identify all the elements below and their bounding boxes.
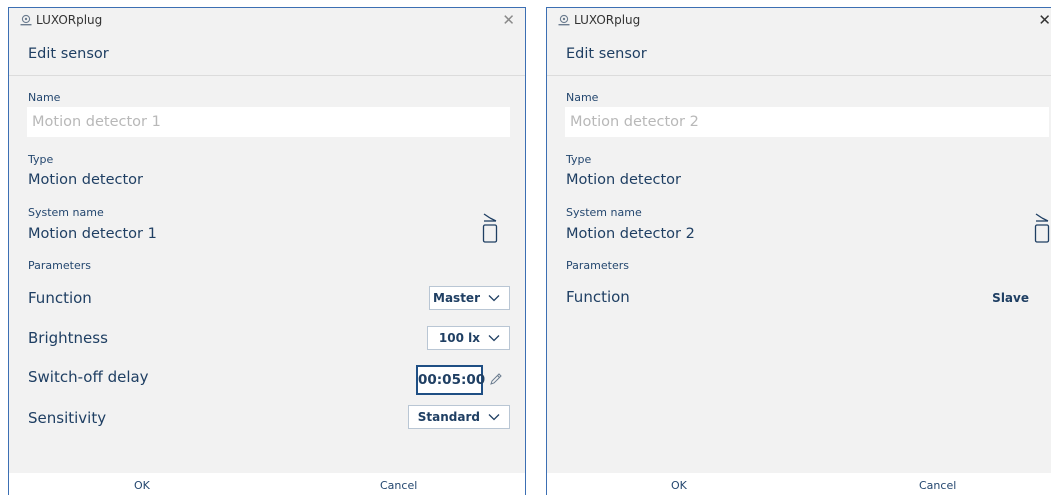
brightness-selected-value: 100 lx xyxy=(438,331,480,345)
dialog-footer: OK Cancel xyxy=(9,473,525,496)
title-bar: LUXORplug ✕ xyxy=(9,8,525,36)
ok-button[interactable]: OK xyxy=(134,479,150,492)
chevron-down-icon xyxy=(488,414,500,421)
chevron-down-icon xyxy=(488,295,500,302)
motion-sensor-icon xyxy=(482,213,498,243)
function-label: Function xyxy=(28,289,92,307)
divider xyxy=(547,75,1051,76)
system-name-label: System name xyxy=(28,206,104,219)
switch-off-delay-field[interactable]: 00:05:00 xyxy=(416,365,485,395)
dialog-heading: Edit sensor xyxy=(28,46,109,62)
app-title: LUXORplug xyxy=(574,13,641,27)
divider xyxy=(9,75,525,76)
type-value: Motion detector xyxy=(28,172,143,188)
name-input[interactable] xyxy=(27,107,510,137)
function-selected-value: Master xyxy=(433,291,480,305)
dialog-heading: Edit sensor xyxy=(566,46,647,62)
parameters-label: Parameters xyxy=(28,259,91,272)
ok-button[interactable]: OK xyxy=(671,479,687,492)
close-icon[interactable]: ✕ xyxy=(1038,11,1051,29)
luxorplug-logo-icon xyxy=(558,14,570,26)
system-name-label: System name xyxy=(566,206,642,219)
function-value: Slave xyxy=(992,291,1029,305)
app-title: LUXORplug xyxy=(36,13,103,27)
sensitivity-dropdown[interactable]: Standard xyxy=(408,405,510,429)
name-label: Name xyxy=(566,91,599,104)
motion-sensor-icon xyxy=(1034,213,1050,243)
type-label: Type xyxy=(566,153,592,166)
sensitivity-selected-value: Standard xyxy=(417,410,480,424)
title-bar: LUXORplug ✕ xyxy=(547,8,1051,36)
luxorplug-logo-icon xyxy=(20,14,32,26)
system-name-value: Motion detector 1 xyxy=(28,226,157,242)
cancel-button[interactable]: Cancel xyxy=(380,479,417,492)
function-dropdown[interactable]: Master xyxy=(429,286,510,310)
sensitivity-label: Sensitivity xyxy=(28,409,107,427)
edit-sensor-window-2: LUXORplug ✕ Edit sensor Name Type Motion… xyxy=(546,7,1051,496)
switch-off-delay-label: Switch-off delay xyxy=(28,368,149,386)
name-label: Name xyxy=(28,91,61,104)
type-label: Type xyxy=(28,153,54,166)
cancel-button[interactable]: Cancel xyxy=(919,479,956,492)
chevron-down-icon xyxy=(488,335,500,342)
type-value: Motion detector xyxy=(566,172,681,188)
name-input[interactable] xyxy=(565,107,1049,137)
dialog-footer: OK Cancel xyxy=(547,473,1051,496)
pencil-icon[interactable] xyxy=(489,372,503,386)
close-icon[interactable]: ✕ xyxy=(502,11,515,29)
function-label: Function xyxy=(566,288,630,306)
edit-sensor-window-1: LUXORplug ✕ Edit sensor Name Type Motion… xyxy=(8,7,526,496)
parameters-label: Parameters xyxy=(566,259,629,272)
brightness-label: Brightness xyxy=(28,329,108,347)
system-name-value: Motion detector 2 xyxy=(566,226,695,242)
brightness-dropdown[interactable]: 100 lx xyxy=(427,326,510,350)
